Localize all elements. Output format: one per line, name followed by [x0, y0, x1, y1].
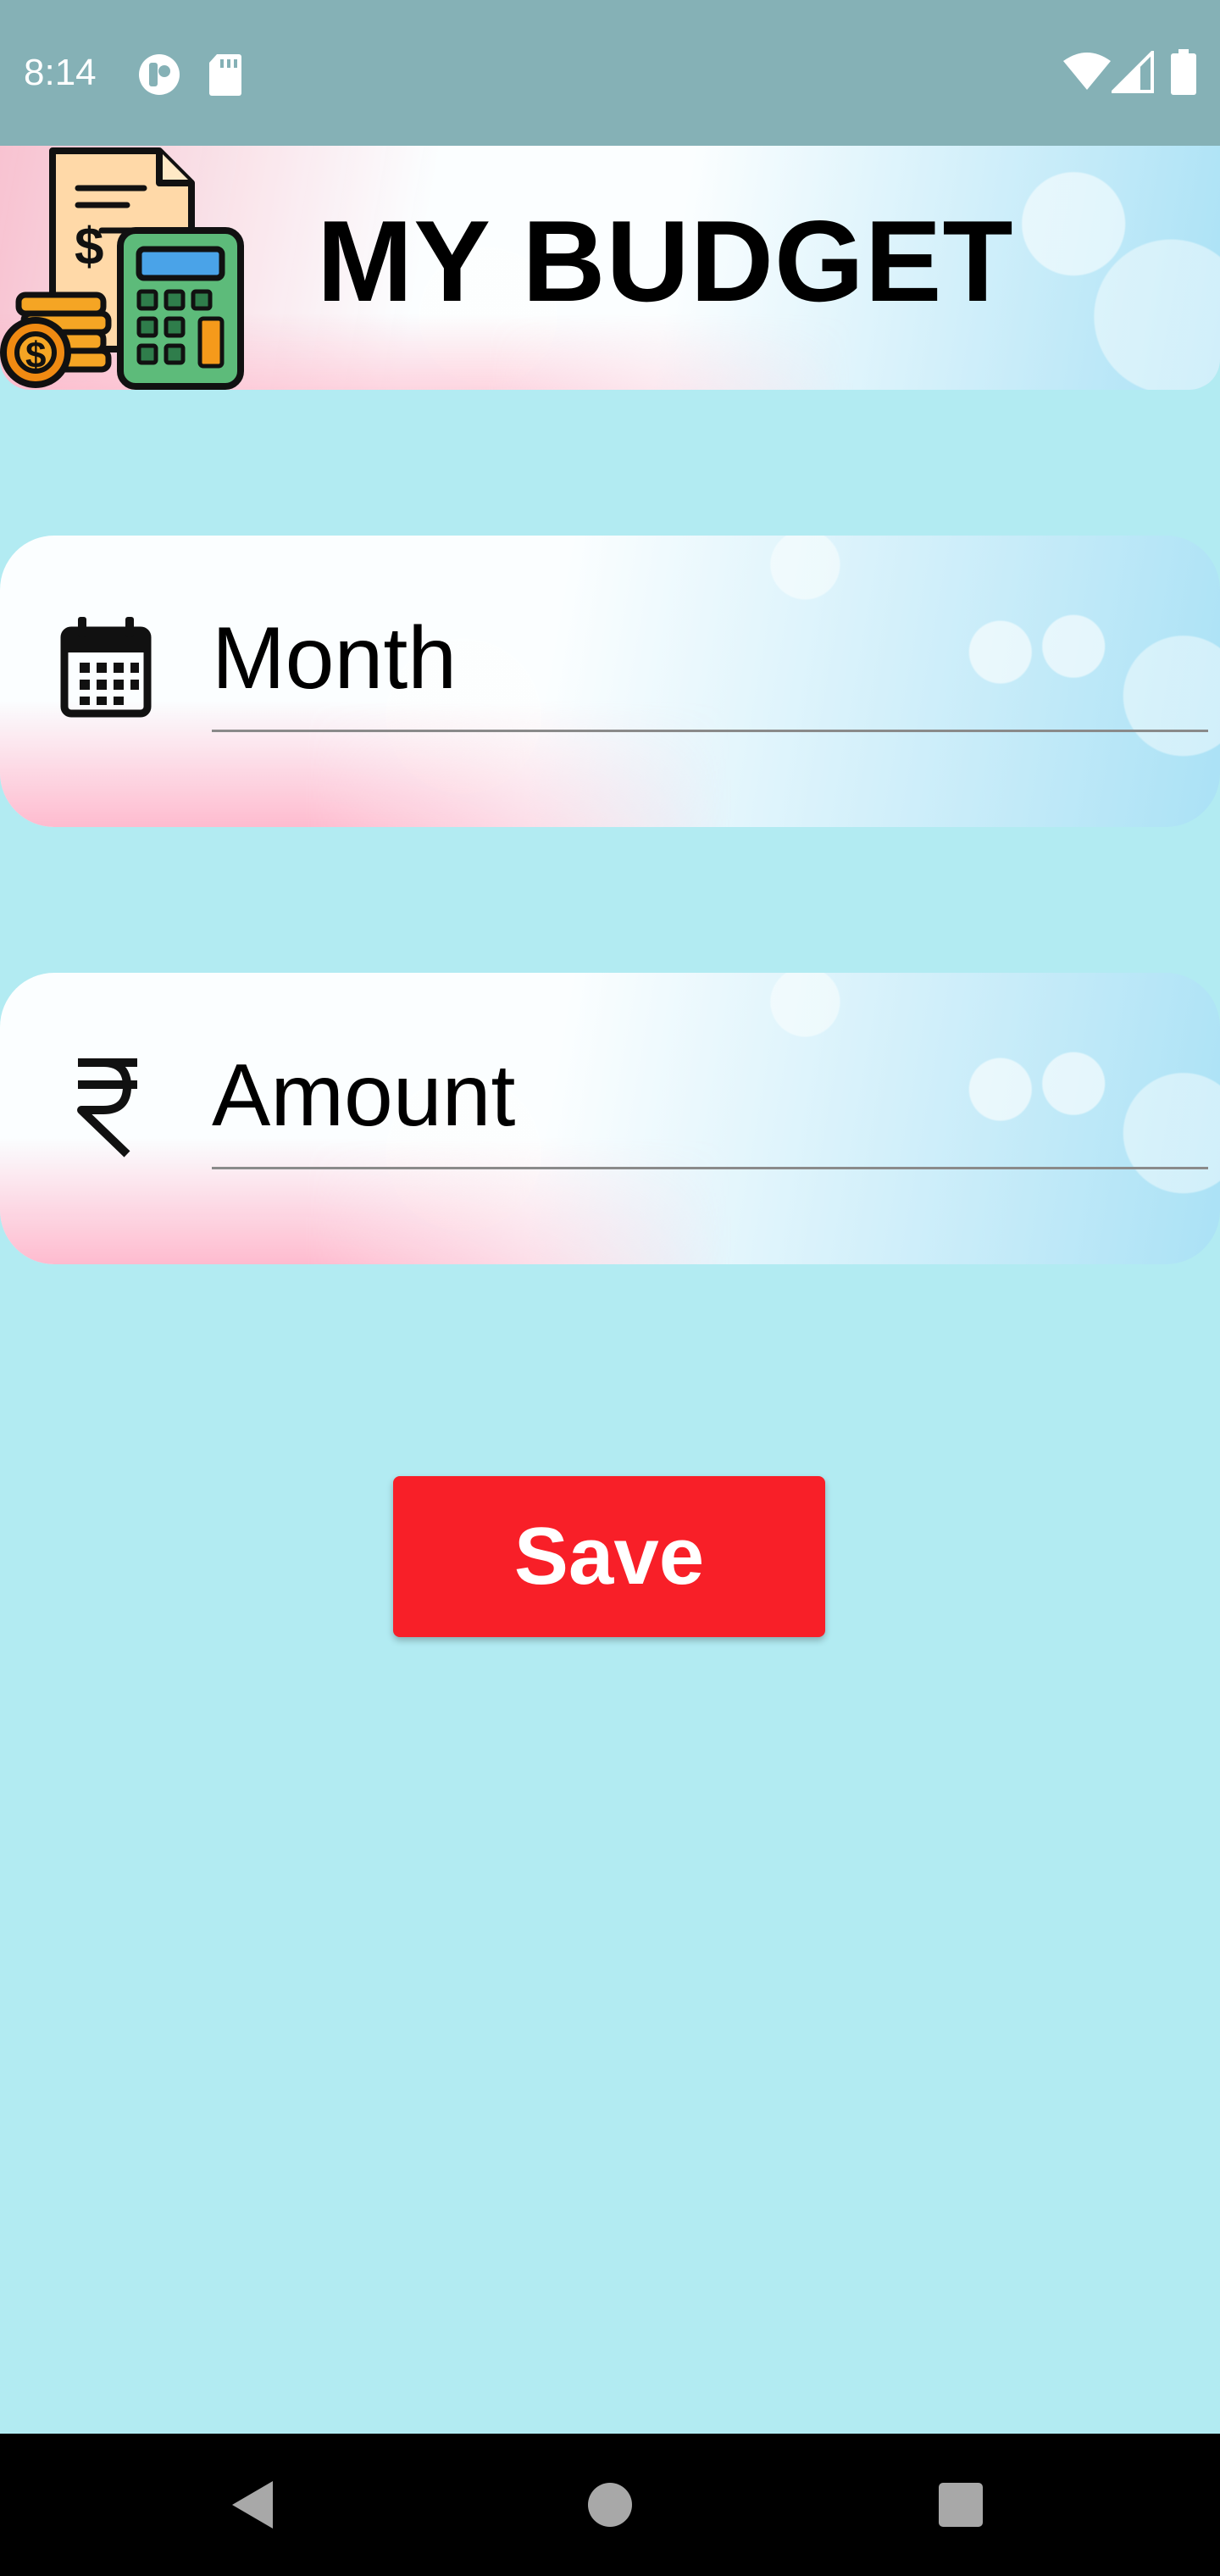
rupee-icon: [77, 1058, 137, 1158]
cell-signal-icon: [1112, 51, 1154, 93]
back-icon[interactable]: [219, 2469, 290, 2540]
save-button[interactable]: Save: [393, 1476, 825, 1637]
app-title: MY BUDGET: [317, 197, 1014, 325]
amount-input[interactable]: [212, 1025, 1208, 1169]
sd-card-icon: [209, 54, 241, 96]
recents-icon[interactable]: [925, 2469, 996, 2540]
navigation-bar: [0, 2434, 1220, 2576]
home-icon[interactable]: [574, 2469, 646, 2540]
month-input[interactable]: [212, 588, 1208, 732]
vpn-key-icon: [139, 54, 180, 95]
month-field-card: [0, 536, 1220, 827]
budget-calculator-logo: $ $: [0, 147, 244, 390]
svg-text:$: $: [75, 218, 103, 276]
battery-icon: [1171, 49, 1196, 95]
svg-text:$: $: [25, 335, 46, 376]
calendar-icon: [60, 617, 152, 718]
amount-field-card: [0, 973, 1220, 1264]
wifi-icon: [1063, 53, 1111, 90]
status-time: 8:14: [24, 52, 97, 93]
status-bar: 8:14: [0, 0, 1220, 146]
